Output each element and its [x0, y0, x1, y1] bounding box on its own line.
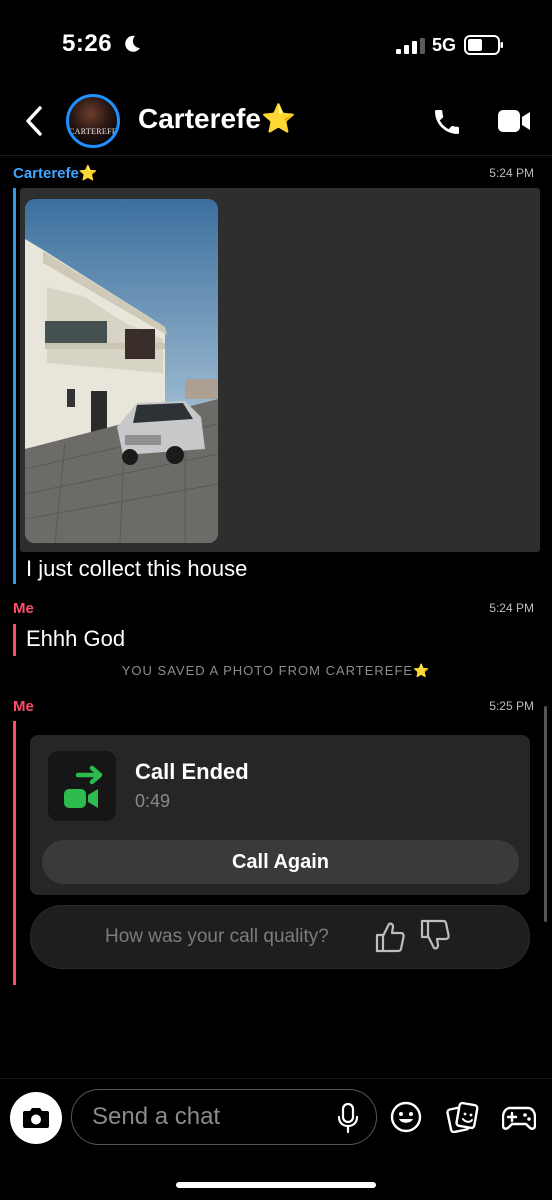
- chat-input-field[interactable]: [71, 1089, 377, 1145]
- saved-photo-notice: YOU SAVED A PHOTO FROM CARTEREFE⭐: [121, 663, 431, 678]
- call-quality-prompt: How was your call quality?: [30, 905, 530, 969]
- game-icon[interactable]: [502, 1103, 536, 1133]
- thumbs-down-icon[interactable]: [419, 918, 451, 952]
- mic-icon[interactable]: [337, 1102, 359, 1134]
- message-text: Ehhh God: [26, 626, 126, 651]
- message-time: 5:24 PM: [489, 166, 534, 180]
- message-time: 5:25 PM: [489, 699, 534, 713]
- call-quality-question: How was your call quality?: [105, 926, 329, 947]
- message-text: I just collect this house: [26, 556, 248, 581]
- avatar[interactable]: CARTEREFE: [66, 94, 120, 148]
- sticker-icon[interactable]: [446, 1101, 480, 1133]
- scrollbar[interactable]: [544, 706, 547, 922]
- sender-label-friend: Carterefe⭐: [13, 165, 98, 182]
- message-bar-friend: [13, 188, 16, 584]
- home-indicator: [176, 1182, 376, 1188]
- call-status: Call Ended: [135, 759, 249, 784]
- phone-icon[interactable]: [431, 106, 463, 138]
- sender-label-me: Me: [13, 698, 34, 715]
- call-again-button[interactable]: Call Again: [42, 840, 519, 884]
- camera-icon: [23, 1108, 49, 1128]
- contact-name[interactable]: Carterefe⭐: [138, 102, 296, 135]
- status-bar: 5:26 5G: [0, 0, 552, 90]
- moon-icon: [125, 35, 140, 52]
- network-type: 5G: [432, 35, 457, 55]
- signal-icon: [396, 38, 425, 54]
- video-call-icon: [64, 765, 103, 808]
- call-duration: 0:49: [135, 791, 171, 811]
- emoji-icon[interactable]: [390, 1101, 422, 1133]
- battery-icon: [464, 35, 503, 55]
- status-time: 5:26: [62, 30, 113, 57]
- video-call-icon: [48, 751, 116, 821]
- message-time: 5:24 PM: [489, 601, 534, 615]
- house-photo[interactable]: [25, 199, 218, 543]
- thumbs-up-icon[interactable]: [374, 920, 406, 954]
- call-ended-card: Call Ended 0:49 Call Again: [30, 735, 530, 895]
- avatar-logo-text: CARTEREFE: [69, 127, 118, 136]
- video-icon[interactable]: [497, 108, 531, 134]
- camera-button[interactable]: [10, 1092, 62, 1144]
- message-bar-me: [13, 624, 16, 656]
- back-icon[interactable]: [22, 104, 46, 138]
- send-chat-input[interactable]: [92, 1098, 322, 1136]
- message-bar-me: [13, 721, 16, 985]
- chat-header: CARTEREFE Carterefe⭐: [0, 90, 552, 156]
- sender-label-me: Me: [13, 600, 34, 617]
